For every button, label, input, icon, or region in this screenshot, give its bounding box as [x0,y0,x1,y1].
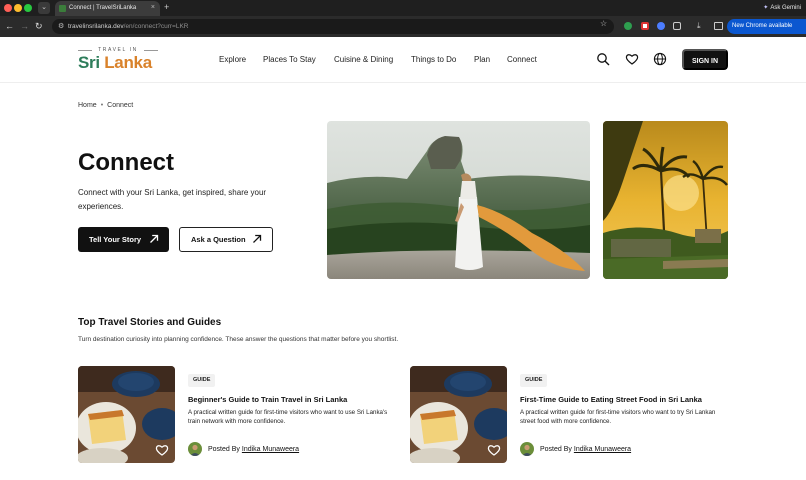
ask-a-question-label: Ask a Question [191,235,246,244]
site-header: TRAVEL IN Sri Lanka Explore Places To St… [0,37,806,83]
bookmark-star-icon[interactable]: ☆ [600,19,607,28]
globe-icon[interactable] [653,52,667,66]
nav-plan[interactable]: Plan [474,55,490,65]
category-badge: GUIDE [520,374,548,387]
extension-blue-icon[interactable] [657,22,665,30]
author-avatar [188,442,202,456]
posted-by-line: Posted By Indika Munaweera [208,446,300,453]
ask-gemini-button[interactable]: ✦ Ask Gemini [763,3,801,13]
new-tab-button[interactable]: + [164,2,169,13]
story-card-title[interactable]: First-Time Guide to Eating Street Food i… [520,395,730,405]
save-heart-icon[interactable] [155,443,169,457]
arrow-up-right-icon [150,234,159,243]
address-bar[interactable]: ⚙ travelinsrilanka.dev/en/connect?curr=L… [52,19,614,34]
breadcrumb-separator: • [100,102,104,109]
story-card-description: A practical written guide for first-time… [188,409,388,425]
page-subtitle: Connect with your Sri Lanka, get inspire… [78,188,267,211]
sign-in-button[interactable]: SIGN IN [682,49,728,70]
story-card[interactable]: GUIDE Beginner's Guide to Train Travel i… [78,366,396,463]
search-icon[interactable] [596,52,610,66]
extension-green-icon[interactable] [624,22,632,30]
site-info-icon[interactable]: ⚙ [58,22,64,31]
nav-explore[interactable]: Explore [219,55,246,65]
window-zoom-button[interactable] [24,4,32,12]
story-card-image [78,366,175,463]
window-minimize-button[interactable] [14,4,22,12]
hero-image-palms-sunset [603,121,728,279]
breadcrumb-current: Connect [107,102,134,109]
ask-gemini-label: Ask Gemini [770,5,801,11]
tab-search-chevron-icon[interactable]: ⌄ [38,2,50,14]
tab-close-icon[interactable]: × [151,3,155,13]
forward-arrow-icon[interactable]: → [20,20,29,32]
address-url[interactable]: travelinsrilanka.dev/en/connect?curr=LKR [68,22,189,31]
nav-things-to-do[interactable]: Things to Do [411,55,456,65]
heart-icon[interactable] [625,52,639,66]
save-heart-icon[interactable] [487,443,501,457]
browser-tab-title: Connect | TravelSriLanka [69,5,137,11]
author-avatar [520,442,534,456]
posted-by-line: Posted By Indika Munaweera [540,446,632,453]
hero-image-sigiriya [327,121,590,279]
nav-cuisine-dining[interactable]: Cuisine & Dining [334,55,393,65]
breadcrumb: Home • Connect [78,101,133,110]
reload-icon[interactable]: ↻ [35,20,43,32]
logo-wordmark: Sri Lanka [78,53,152,72]
section-subtitle: Turn destination curiosity into planning… [78,336,399,343]
section-title: Top Travel Stories and Guides [78,317,222,328]
sigiriya-photo [327,121,590,279]
browser-tab-active[interactable]: Connect | TravelSriLanka × [55,1,160,16]
category-badge: GUIDE [188,374,216,387]
browser-tab-strip: ⌄ Connect | TravelSriLanka × + ✦ Ask Gemi… [0,0,806,16]
extension-red-icon[interactable] [641,22,649,30]
story-card[interactable]: GUIDE First-Time Guide to Eating Street … [410,366,728,463]
page-title: Connect [78,149,174,176]
site-favicon-icon [59,5,66,12]
story-card-title[interactable]: Beginner's Guide to Train Travel in Sri … [188,395,398,405]
window-close-button[interactable] [4,4,12,12]
gemini-sparkle-icon: ✦ [763,5,769,11]
breadcrumb-home[interactable]: Home [78,102,97,109]
ask-a-question-button[interactable]: Ask a Question [179,227,273,252]
downloads-icon[interactable]: ⤓ [697,21,701,31]
chrome-update-button[interactable]: New Chrome available [727,19,806,34]
extensions-puzzle-icon[interactable] [673,22,681,30]
tell-your-story-button[interactable]: Tell Your Story [78,227,169,252]
nav-connect[interactable]: Connect [507,55,537,65]
palms-sunset-photo [603,121,728,279]
site-logo[interactable]: TRAVEL IN Sri Lanka [78,47,158,73]
back-arrow-icon[interactable]: ← [5,20,14,32]
story-card-description: A practical written guide for first-time… [520,409,716,425]
author-link[interactable]: Indika Munaweera [574,446,631,453]
browser-toolbar: ← → ↻ ⚙ travelinsrilanka.dev/en/connect?… [0,16,806,37]
nav-places-to-stay[interactable]: Places To Stay [263,55,316,65]
author-link[interactable]: Indika Munaweera [242,446,299,453]
story-card-image [410,366,507,463]
side-panel-icon[interactable] [714,22,723,30]
arrow-up-right-icon [253,234,262,243]
tell-your-story-label: Tell Your Story [89,235,142,244]
